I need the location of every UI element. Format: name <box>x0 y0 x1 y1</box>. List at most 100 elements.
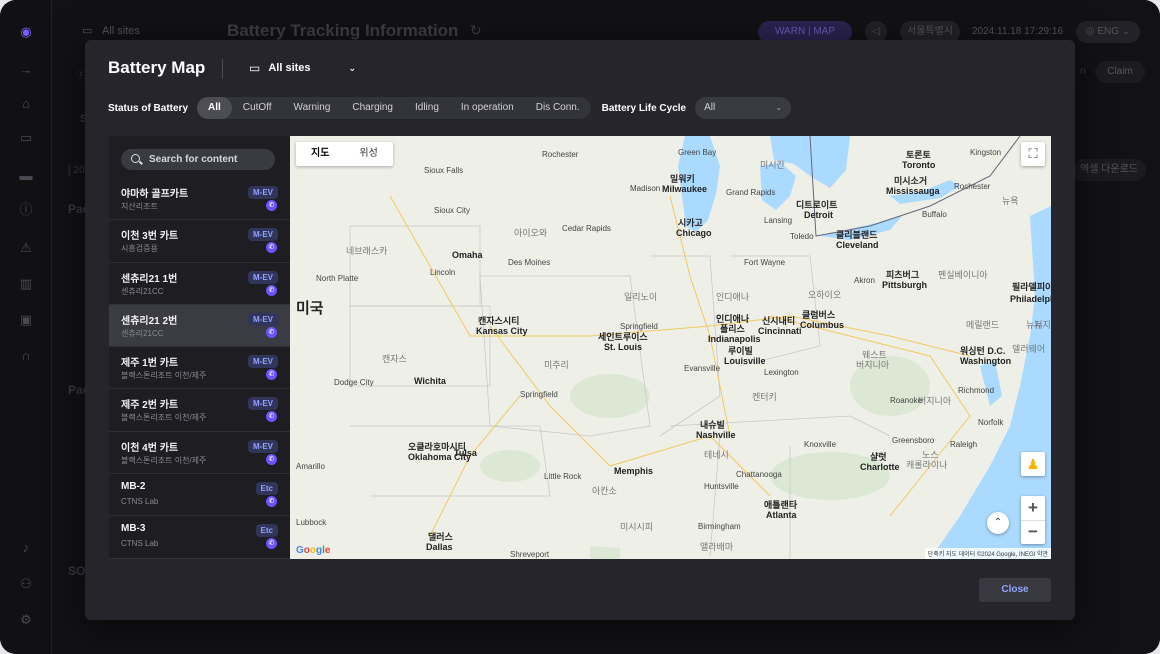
battery-item-name: 야마하 골프카트 <box>121 189 189 200</box>
phone-icon[interactable]: ✆ <box>266 496 277 508</box>
home-icon[interactable]: ⌂ <box>16 94 36 114</box>
status-tab-all[interactable]: All <box>197 97 232 119</box>
status-tab-warning[interactable]: Warning <box>283 97 342 119</box>
pegman-icon[interactable]: ♟ <box>1021 452 1045 476</box>
status-tab-charging[interactable]: Charging <box>341 97 404 119</box>
phone-icon[interactable]: ✆ <box>266 200 277 211</box>
site-selector[interactable]: ▭ All sites ⌄ <box>249 60 356 76</box>
battery-item-name: 센츄리21 1번 <box>121 273 178 285</box>
map-place-label: 필라델피아 <box>1012 282 1051 292</box>
chart-icon[interactable]: ▥ <box>16 274 36 294</box>
map-place-label: Nashville <box>696 430 736 440</box>
map-place-label: Tulsa <box>454 448 477 458</box>
battery-list-item[interactable]: 센츄리21 1번 센츄리21CC M-EV ✆ <box>109 263 290 305</box>
google-logo: Google <box>296 545 331 556</box>
status-tab-in-operation[interactable]: In operation <box>450 97 525 119</box>
bell-icon[interactable]: ♪ <box>16 538 36 558</box>
map-place-label: 아이오와 <box>514 228 548 238</box>
phone-icon[interactable]: ✆ <box>266 369 277 381</box>
map-view[interactable]: 미국 밀워키 Milwaukee 시카고 Chicago 디트로이트 Detroit 토론토 T… <box>290 136 1051 559</box>
map-place-label: Dodge City <box>334 378 374 387</box>
status-tab-dis-conn[interactable]: Dis Conn. <box>525 97 591 119</box>
battery-list-item[interactable]: MB-2 CTNS Lab Etc ✆ <box>109 474 290 517</box>
map-place-label: Fort Wayne <box>744 258 786 267</box>
map-place-label: 캔자스시티 <box>478 316 520 326</box>
map-place-label: Roanoke <box>890 396 923 405</box>
battery-list-item[interactable]: 이천 3번 카트 시흥검증용 M-EV ✆ <box>109 220 290 263</box>
map-place-label: 피츠버그 <box>886 270 920 280</box>
map-place-label: 오하이오 <box>808 290 842 300</box>
zoom-in-icon[interactable]: + <box>1021 496 1045 520</box>
map-place-label: 일리노이 <box>624 292 658 302</box>
phone-icon[interactable]: ✆ <box>266 284 277 296</box>
fullscreen-icon[interactable]: ⛶ <box>1021 142 1045 166</box>
map-place-label: 미시소거 <box>894 176 928 186</box>
info-icon[interactable]: ⓘ <box>16 200 36 220</box>
arrow-right-icon[interactable]: → <box>16 60 36 80</box>
chevron-down-icon: ⌄ <box>348 62 357 73</box>
battery-list-item[interactable]: 야마하 골프카트 지산리조트 M-EV ✆ <box>109 178 290 221</box>
map-place-label: 버지니아 <box>856 360 890 370</box>
zoom-out-icon[interactable]: − <box>1021 520 1045 544</box>
search-placeholder: Search for content <box>149 154 238 165</box>
map-type-map[interactable]: 지도 <box>296 142 344 166</box>
phone-icon[interactable]: ✆ <box>266 411 277 423</box>
settings-icon[interactable]: ⚙ <box>16 610 36 630</box>
phone-icon[interactable]: ✆ <box>266 242 277 254</box>
battery-list-item[interactable]: 제주 1번 카트 블랙스톤리조트 이천/제주 M-EV ✆ <box>109 347 290 390</box>
bg-monitor-icon: ▭ <box>82 25 93 37</box>
battery-list-item[interactable]: MB-3 CTNS Lab Etc ✆ <box>109 516 290 559</box>
map-place-label: 노스 <box>922 450 939 460</box>
battery-list-item[interactable]: 제주 2번 카트 블랙스톤리조트 이천/제주 M-EV ✆ <box>109 389 290 432</box>
battery-icon[interactable]: ▬ <box>16 166 36 186</box>
map-place-label: 디트로이트 <box>796 200 838 210</box>
monitor-icon: ▭ <box>249 61 261 75</box>
map-place-label: Lincoln <box>430 268 456 277</box>
bg-tab-partial: n <box>1080 66 1086 77</box>
map-place-label: 워싱턴 D.C. <box>960 346 1006 356</box>
map-place-label: Chicago <box>676 228 712 238</box>
map-place-label: Shreveport <box>510 550 550 559</box>
battery-item-site: CTNS Lab <box>121 497 159 507</box>
map-type-control: 지도 위성 <box>296 142 393 166</box>
bg-site-label: All sites <box>102 25 140 37</box>
users-icon[interactable]: ⚇ <box>16 574 36 594</box>
map-place-label: Washington <box>960 356 1012 366</box>
truck-icon[interactable]: ▣ <box>16 310 36 330</box>
map-place-label: Cleveland <box>836 240 879 250</box>
battery-list-item[interactable]: 센츄리21 2번 센츄리21CC M-EV ✆ <box>109 304 290 348</box>
map-attribution[interactable]: 단축키 지도 데이터 ©2024 Google, INEGI 약관 <box>924 548 1051 559</box>
battery-type-badge: Etc <box>255 482 278 496</box>
headset-icon[interactable]: ∩ <box>16 346 36 366</box>
map-place-label: St. Louis <box>604 342 642 352</box>
camera-control-icon[interactable]: ⌃ <box>987 512 1009 534</box>
map-type-satellite[interactable]: 위성 <box>344 142 392 166</box>
bg-page-title: Battery Tracking Information <box>227 21 459 40</box>
bg-fragment-bracket: [ 20 <box>68 165 85 176</box>
map-place-label: 웨스트 <box>862 350 887 360</box>
map-place-label: Milwaukee <box>662 184 708 194</box>
map-place-label: 앨라배마 <box>700 542 734 552</box>
map-place-label: 펜실베이니아 <box>938 270 988 280</box>
warning-icon[interactable]: ⚠ <box>16 238 36 258</box>
bg-tab-claim: Claim <box>1095 61 1145 83</box>
battery-type-badge: M-EV <box>248 355 278 369</box>
search-input[interactable]: Search for content <box>121 149 275 170</box>
battery-item-site: 지산리조트 <box>121 202 158 211</box>
map-place-label: 테네시 <box>704 450 729 460</box>
status-tab-idling[interactable]: Idling <box>404 97 450 119</box>
battery-list: 야마하 골프카트 지산리조트 M-EV ✆ 이천 3번 카트 시흥검증용 M-EV ✆ 센츄리2… <box>109 178 290 559</box>
battery-list-item[interactable]: 이천 4번 카트 블랙스톤리조트 이천/제주 M-EV ✆ <box>109 432 290 475</box>
status-tab-cutoff[interactable]: CutOff <box>232 97 283 119</box>
battery-item-site: 센츄리21CC <box>121 328 164 338</box>
map-place-label: Lubbock <box>296 518 327 527</box>
map-place-label: Des Moines <box>508 258 551 267</box>
close-button[interactable]: Close <box>979 578 1051 602</box>
phone-icon[interactable]: ✆ <box>266 538 277 550</box>
side-navigation: ◉ → ⌂ ▭ ▬ ⓘ ⚠ ▥ ▣ ∩ ♪ ⚇ ⚙ <box>0 0 52 654</box>
phone-icon[interactable]: ✆ <box>266 326 277 338</box>
lifecycle-select[interactable]: All ⌄ <box>695 97 792 119</box>
battery-item-site: 시흥검증용 <box>121 244 158 254</box>
phone-icon[interactable]: ✆ <box>266 453 277 465</box>
monitor-icon[interactable]: ▭ <box>16 128 36 148</box>
